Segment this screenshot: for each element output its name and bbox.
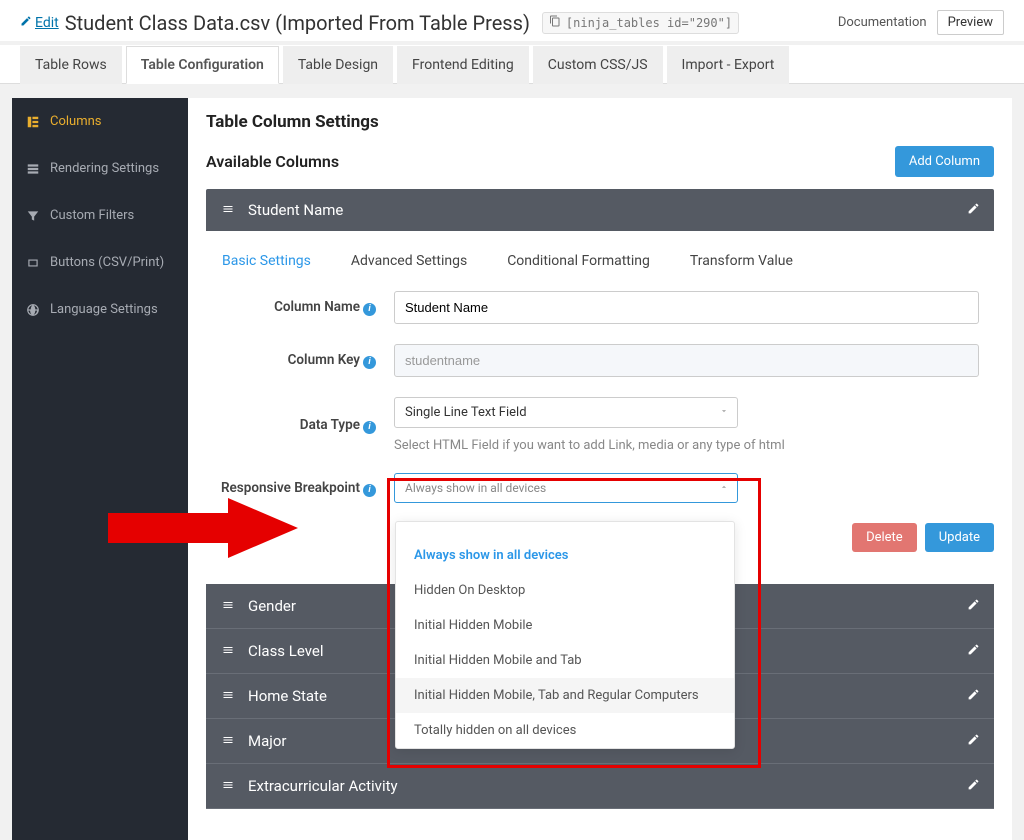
tab-table-design[interactable]: Table Design [283,46,393,84]
update-button[interactable]: Update [925,523,994,552]
sidebar-item-language[interactable]: Language Settings [12,286,188,333]
subtab-transform[interactable]: Transform Value [690,253,793,269]
breakpoint-option-totally-hidden[interactable]: Totally hidden on all devices [396,713,734,748]
subtab-basic[interactable]: Basic Settings [222,253,311,269]
filter-icon [26,209,40,223]
breakpoint-select[interactable]: Always show in all devices [394,473,738,503]
tab-import-export[interactable]: Import - Export [667,46,790,84]
column-title: Gender [248,597,296,615]
rendering-icon [26,162,40,176]
drag-handle-icon[interactable] [220,777,236,795]
info-icon[interactable]: i [363,421,376,434]
info-icon[interactable]: i [363,356,376,369]
breakpoint-dropdown[interactable]: Always show in all devices Hidden On Des… [395,521,735,749]
breakpoint-label: Responsive Breakpointi [206,480,382,497]
breakpoint-value: Always show in all devices [405,481,546,495]
column-name-input[interactable] [394,291,979,324]
column-title: Student Name [248,201,343,219]
drag-handle-icon[interactable] [220,597,236,615]
drag-handle-icon[interactable] [220,201,236,219]
edit-link[interactable]: Edit [20,15,59,31]
subtab-conditional[interactable]: Conditional Formatting [507,253,650,269]
column-header-student-name[interactable]: Student Name [206,189,994,231]
edit-column-icon[interactable] [967,777,980,795]
pencil-icon [20,15,32,31]
column-key-input [394,344,979,377]
sidebar-item-label: Language Settings [50,302,158,317]
data-type-hint: Select HTML Field if you want to add Lin… [394,438,979,453]
language-icon [26,303,40,317]
column-title: Class Level [248,642,323,660]
tab-frontend-editing[interactable]: Frontend Editing [397,46,529,84]
column-title: Home State [248,687,327,705]
drag-handle-icon[interactable] [220,732,236,750]
tab-table-rows[interactable]: Table Rows [20,46,122,84]
chevron-up-icon [719,481,729,495]
add-column-button[interactable]: Add Column [895,146,994,177]
section-title: Table Column Settings [206,112,994,132]
data-type-label: Data Typei [206,417,382,434]
sidebar: Columns Rendering Settings Custom Filter… [12,98,188,840]
sidebar-item-label: Buttons (CSV/Print) [50,255,164,270]
sidebar-item-rendering[interactable]: Rendering Settings [12,145,188,192]
column-key-label: Column Keyi [206,352,382,369]
edit-column-icon[interactable] [967,597,980,615]
column-name-label: Column Namei [206,299,382,316]
edit-column-icon[interactable] [967,687,980,705]
breakpoint-option-hidden-desktop[interactable]: Hidden On Desktop [396,573,734,608]
shortcode-box[interactable]: [ninja_tables id="290"] [542,12,739,34]
preview-button[interactable]: Preview [937,10,1004,35]
documentation-link[interactable]: Documentation [838,15,927,30]
copy-icon [549,15,561,31]
column-title: Major [248,732,286,750]
sidebar-item-buttons[interactable]: Buttons (CSV/Print) [12,239,188,286]
available-columns-label: Available Columns [206,152,339,171]
main-panel: Table Column Settings Available Columns … [188,98,1012,840]
sidebar-item-label: Rendering Settings [50,161,159,176]
sidebar-item-label: Columns [50,114,102,129]
info-icon[interactable]: i [363,303,376,316]
annotation-arrow-icon [108,498,298,558]
breakpoint-option-always-show[interactable]: Always show in all devices [396,538,734,573]
subtab-advanced[interactable]: Advanced Settings [351,253,467,269]
edit-column-icon[interactable] [967,201,980,219]
info-icon[interactable]: i [363,484,376,497]
drag-handle-icon[interactable] [220,687,236,705]
data-type-select[interactable]: Single Line Text Field [394,397,738,428]
columns-icon [26,115,40,129]
column-title: Extracurricular Activity [248,777,398,795]
tab-table-configuration[interactable]: Table Configuration [126,46,279,84]
column-header-extracurricular[interactable]: Extracurricular Activity [206,764,994,809]
chevron-down-icon [719,405,729,420]
page-title: Student Class Data.csv (Imported From Ta… [65,11,530,35]
tab-custom-css-js[interactable]: Custom CSS/JS [533,46,663,84]
breakpoint-option-hidden-mobile-tab[interactable]: Initial Hidden Mobile and Tab [396,643,734,678]
sidebar-item-filters[interactable]: Custom Filters [12,192,188,239]
breakpoint-option-hidden-mobile[interactable]: Initial Hidden Mobile [396,608,734,643]
sidebar-item-label: Custom Filters [50,208,134,223]
shortcode-text: [ninja_tables id="290"] [566,16,732,30]
column-subtabs: Basic Settings Advanced Settings Conditi… [222,253,994,269]
buttons-icon [26,256,40,270]
delete-button[interactable]: Delete [852,523,917,552]
edit-label: Edit [35,15,59,31]
drag-handle-icon[interactable] [220,642,236,660]
data-type-value: Single Line Text Field [405,405,527,420]
sidebar-item-columns[interactable]: Columns [12,98,188,145]
breakpoint-option-hidden-mobile-tab-computers[interactable]: Initial Hidden Mobile, Tab and Regular C… [396,678,734,713]
edit-column-icon[interactable] [967,732,980,750]
edit-column-icon[interactable] [967,642,980,660]
main-tabs: Table Rows Table Configuration Table Des… [0,45,1024,84]
